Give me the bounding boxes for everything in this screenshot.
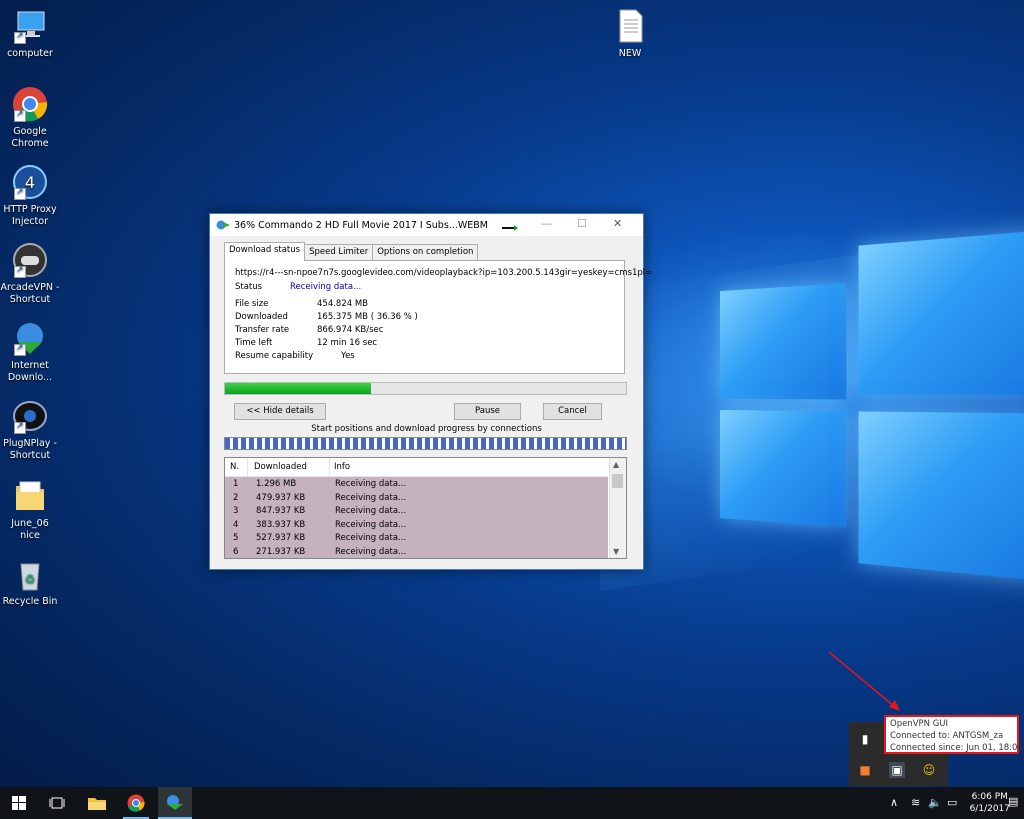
clock-date: 6/1/2017	[970, 803, 1010, 815]
table-scrollbar[interactable]: ▲ ▼	[609, 458, 626, 558]
windows-logo-wallpaper	[720, 226, 1024, 559]
scroll-down-icon[interactable]: ▼	[613, 547, 619, 556]
proxy-icon: 4	[12, 164, 48, 200]
downloaded-value: 165.375 MB ( 36.36 % )	[317, 312, 418, 322]
scroll-up-icon[interactable]: ▲	[613, 460, 619, 469]
hide-details-button[interactable]: << Hide details	[234, 403, 326, 420]
tab-options-on-completion[interactable]: Options on completion	[372, 244, 478, 261]
pause-button[interactable]: Pause	[454, 403, 521, 420]
minimize-button[interactable]: —	[541, 217, 552, 230]
svg-text:4: 4	[25, 173, 35, 192]
desktop-icon-arcadevpn[interactable]: ArcadeVPN - Shortcut	[0, 242, 60, 306]
time-left-label: Time left	[235, 338, 317, 348]
arrow-icon	[502, 225, 518, 231]
monitor-icon	[12, 8, 48, 44]
task-view-icon	[49, 797, 65, 809]
title-bar[interactable]: 36% Commando 2 HD Full Movie 2017 I Subs…	[210, 214, 643, 236]
text-file-icon	[612, 8, 648, 44]
tooltip-line-1: OpenVPN GUI	[890, 718, 1017, 730]
folder-icon	[12, 478, 48, 514]
transfer-rate-label: Transfer rate	[235, 325, 317, 335]
windows-icon	[12, 796, 26, 810]
desktop-icon-computer[interactable]: computer	[0, 8, 60, 60]
connections-progress-bar	[224, 437, 627, 450]
table-row[interactable]: 4 383.937 KB Receiving data...	[225, 518, 608, 532]
tooltip-line-2: Connected to: ANTGSM_za	[890, 730, 1017, 742]
desktop-icon-new-text-file[interactable]: NEW	[600, 8, 660, 60]
desktop-icon-http-proxy-injector[interactable]: 4 HTTP Proxy Injector	[0, 164, 60, 228]
table-row[interactable]: 2 479.937 KB Receiving data...	[225, 491, 608, 505]
table-row[interactable]: 6 271.937 KB Receiving data...	[225, 545, 608, 559]
desktop-icon-june-06-nice[interactable]: June_06 nice	[0, 478, 60, 542]
chrome-taskbar-button[interactable]	[117, 787, 155, 819]
keyboard-layout-icon[interactable]: ▭	[947, 796, 957, 809]
idm-icon	[216, 220, 230, 230]
file-explorer-button[interactable]	[78, 787, 116, 819]
app-tray-icon[interactable]: ■	[857, 762, 873, 778]
openvpn-gui-icon[interactable]: ▣	[889, 762, 905, 778]
window-title: 36% Commando 2 HD Full Movie 2017 I Subs…	[234, 220, 488, 231]
desktop-icon-plugnplay[interactable]: PlugNPlay - Shortcut	[0, 398, 60, 462]
plugnplay-icon	[12, 398, 48, 434]
svg-text:♻: ♻	[25, 572, 36, 586]
idm-download-window[interactable]: 36% Commando 2 HD Full Movie 2017 I Subs…	[209, 213, 644, 570]
table-row[interactable]: 1 1.296 MB Receiving data...	[225, 477, 608, 491]
time-left-value: 12 min 16 sec	[317, 338, 377, 348]
desktop-icon-internet-download-manager[interactable]: Internet Downlo...	[0, 320, 60, 384]
openvpn-tooltip: OpenVPN GUI Connected to: ANTGSM_za Conn…	[884, 715, 1019, 754]
connections-table[interactable]: N. Downloaded Info 1 1.296 MB Receiving da…	[224, 457, 627, 559]
taskbar: ∧ ≋ 🔈 ▭ 6:06 PM 6/1/2017 ▤	[0, 787, 1024, 819]
column-header-n[interactable]: N.	[230, 462, 239, 472]
usb-device-icon[interactable]: ▮	[857, 731, 873, 747]
close-button[interactable]: ✕	[613, 217, 622, 230]
recycle-bin-icon: ♻	[12, 556, 48, 592]
notification-center-icon[interactable]: ▤	[1008, 795, 1018, 808]
download-progress-bar	[224, 382, 627, 395]
file-size-label: File size	[235, 299, 317, 309]
tooltip-line-3: Connected since: Jun 01, 18:04	[890, 742, 1017, 754]
chrome-icon	[12, 86, 48, 122]
gamepad-icon	[12, 242, 48, 278]
folder-icon	[88, 796, 106, 810]
cancel-button[interactable]: Cancel	[543, 403, 602, 420]
status-label: Status	[235, 282, 290, 292]
download-url: https://r4---sn-npoe7n7s.googlevideo.com…	[235, 268, 652, 278]
idm-icon	[12, 320, 48, 356]
table-row[interactable]: 3 847.937 KB Receiving data...	[225, 504, 608, 518]
maximize-button[interactable]: ☐	[577, 217, 587, 230]
idm-taskbar-button[interactable]	[158, 787, 192, 819]
table-header: N. Downloaded Info	[225, 458, 608, 477]
desktop-icon-recycle-bin[interactable]: ♻ Recycle Bin	[0, 556, 60, 608]
transfer-rate-value: 866.974 KB/sec	[317, 325, 383, 335]
resume-capability-value: Yes	[341, 351, 355, 361]
volume-icon[interactable]: 🔈	[928, 796, 942, 809]
chrome-icon	[127, 794, 145, 812]
idm-icon	[165, 794, 185, 810]
desktop-icon-google-chrome[interactable]: Google Chrome	[0, 86, 60, 150]
file-size-value: 454.824 MB	[317, 299, 368, 309]
table-row[interactable]: 5 527.937 KB Receiving data...	[225, 531, 608, 545]
progress-fill	[225, 383, 371, 394]
download-status-panel: https://r4---sn-npoe7n7s.googlevideo.com…	[224, 260, 625, 374]
table-body: 1 1.296 MB Receiving data... 2 479.937 KB Re…	[225, 477, 608, 558]
tab-speed-limiter[interactable]: Speed Limiter	[304, 244, 373, 261]
column-header-info[interactable]: Info	[334, 462, 350, 472]
task-view-button[interactable]	[38, 787, 76, 819]
connections-label: Start positions and download progress by…	[210, 424, 643, 434]
scrollbar-thumb[interactable]	[612, 474, 623, 488]
clock-time: 6:06 PM	[970, 791, 1010, 803]
status-value: Receiving data...	[290, 282, 361, 292]
system-clock[interactable]: 6:06 PM 6/1/2017	[970, 791, 1010, 815]
show-hidden-icons-chevron-up-icon[interactable]: ∧	[890, 796, 898, 809]
network-icon[interactable]: ≋	[911, 796, 920, 809]
tab-download-status[interactable]: Download status	[224, 242, 305, 261]
emoji-app-icon[interactable]: ☺	[921, 762, 937, 778]
column-header-downloaded[interactable]: Downloaded	[254, 462, 307, 472]
downloaded-label: Downloaded	[235, 312, 317, 322]
resume-capability-label: Resume capability	[235, 351, 341, 361]
start-button[interactable]	[0, 787, 38, 819]
